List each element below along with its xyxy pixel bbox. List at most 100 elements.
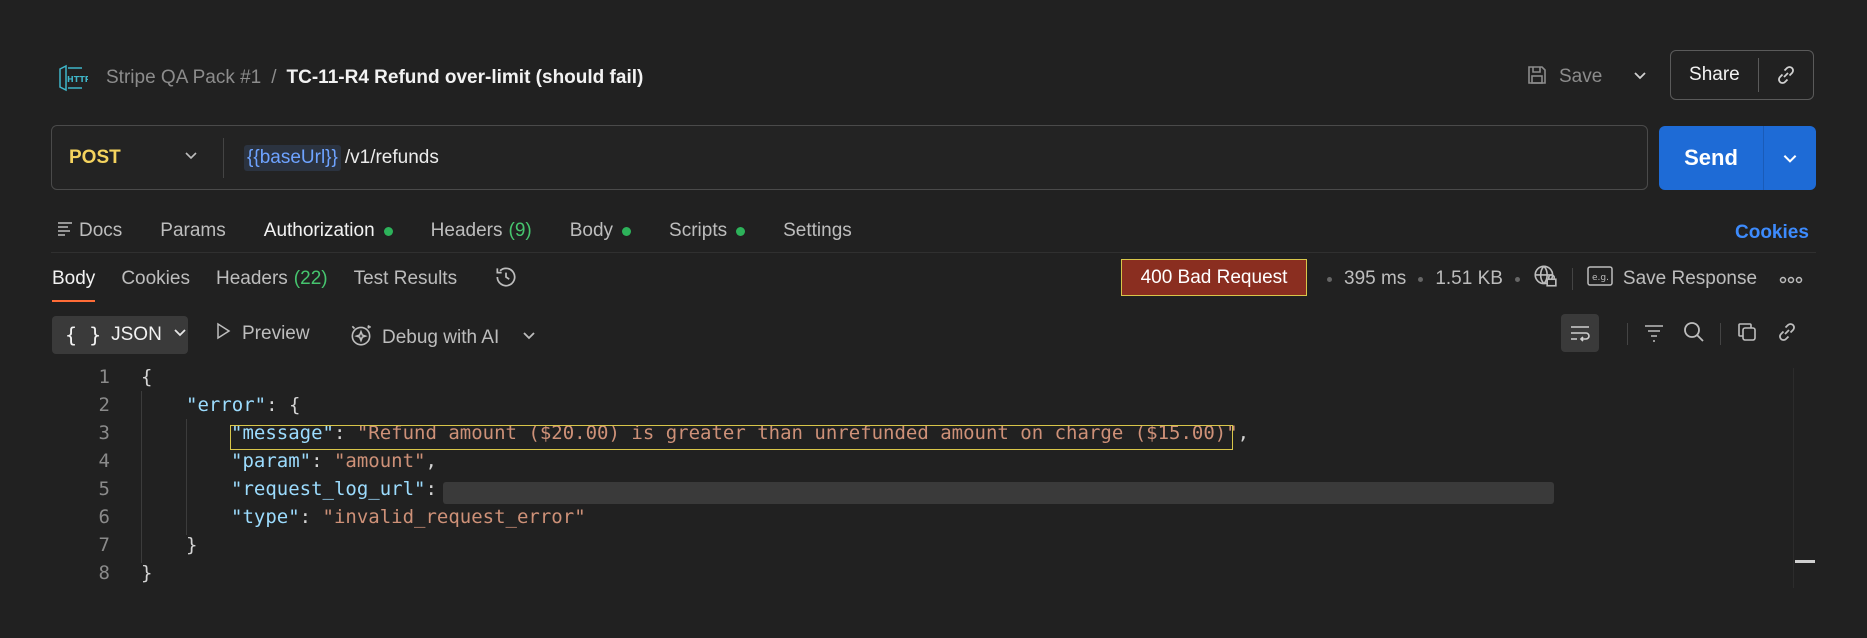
share-button-group: Share	[1670, 50, 1814, 100]
cookies-link[interactable]: Cookies	[1735, 222, 1809, 244]
response-tabs: Body Cookies Headers (22) Test Results	[52, 264, 519, 302]
code-line: }	[186, 534, 198, 556]
chevron-down-icon	[172, 324, 188, 346]
response-time[interactable]: 395 ms	[1344, 268, 1406, 290]
line-number: 2	[98, 394, 110, 416]
docs-icon	[57, 220, 73, 242]
svg-text:HTTP: HTTP	[67, 75, 88, 84]
link-icon[interactable]	[1775, 320, 1799, 349]
redacted-value	[443, 482, 1554, 504]
url-input[interactable]: /v1/refunds	[345, 147, 439, 169]
breadcrumb-separator: /	[271, 67, 277, 88]
send-button[interactable]: Send	[1659, 145, 1763, 171]
tab-label: Body	[52, 268, 96, 289]
status-dot	[622, 226, 632, 236]
tab-label: Settings	[783, 220, 852, 241]
history-icon[interactable]	[493, 264, 519, 295]
copy-icon[interactable]	[1735, 320, 1759, 349]
format-selector[interactable]: { } JSON	[52, 316, 188, 354]
preview-label: Preview	[242, 323, 310, 344]
copy-link-icon[interactable]	[1759, 63, 1813, 87]
ai-sparkle-icon	[348, 322, 374, 354]
separator-dot	[1514, 276, 1520, 282]
breadcrumb-collection[interactable]: Stripe QA Pack #1	[106, 67, 261, 89]
debug-with-ai-button[interactable]: Debug with AI	[348, 322, 537, 354]
code-line: }	[141, 562, 153, 584]
save-response-button[interactable]: Save Response	[1623, 268, 1757, 290]
chevron-down-icon[interactable]	[1764, 149, 1816, 167]
code-line: "param": "amount",	[231, 450, 437, 472]
word-wrap-icon[interactable]	[1561, 314, 1599, 352]
line-number: 8	[98, 562, 110, 584]
method-selector[interactable]: POST	[69, 147, 179, 169]
divider	[1571, 268, 1573, 290]
tab-label: Params	[160, 220, 226, 241]
filter-icon[interactable]	[1642, 320, 1666, 349]
save-icon[interactable]	[1525, 63, 1549, 92]
tab-label: Scripts	[669, 220, 728, 241]
scrollbar-thumb[interactable]	[1795, 560, 1815, 563]
indent-guide	[141, 391, 142, 563]
separator-dot	[1418, 276, 1424, 282]
divider	[1627, 323, 1628, 345]
response-size[interactable]: 1.51 KB	[1435, 268, 1503, 290]
tab-scripts[interactable]: Scripts	[669, 220, 746, 242]
line-number: 3	[98, 422, 110, 444]
more-options-icon[interactable]	[1779, 268, 1803, 290]
tab-response-body[interactable]: Body	[52, 268, 96, 302]
code-line: "request_log_url":	[231, 478, 449, 500]
tab-label: Docs	[79, 220, 123, 241]
tab-params[interactable]: Params	[160, 220, 225, 242]
tab-authorization[interactable]: Authorization	[264, 220, 393, 242]
tab-label: Test Results	[353, 268, 458, 289]
tab-label: Headers	[430, 220, 503, 241]
tab-response-headers[interactable]: Headers (22)	[216, 268, 328, 290]
chevron-down-icon[interactable]	[183, 147, 199, 168]
tab-settings[interactable]: Settings	[783, 220, 852, 242]
tab-docs[interactable]: Docs	[57, 220, 122, 242]
chevron-down-icon[interactable]	[521, 327, 537, 349]
highlighted-line	[230, 425, 1233, 450]
tab-test-results[interactable]: Test Results	[354, 268, 457, 290]
send-button-group: Send	[1659, 126, 1816, 190]
search-icon[interactable]	[1682, 320, 1706, 349]
share-button[interactable]: Share	[1671, 64, 1758, 86]
tab-body[interactable]: Body	[570, 220, 632, 242]
tab-count: (9)	[508, 220, 532, 241]
example-icon: e.g.	[1587, 265, 1613, 293]
url-variable[interactable]: {{baseUrl}}	[244, 144, 341, 171]
status-badge[interactable]: 400 Bad Request	[1121, 259, 1307, 296]
svg-text:e.g.: e.g.	[1592, 273, 1609, 283]
debug-label: Debug with AI	[382, 327, 500, 348]
divider	[1720, 323, 1721, 345]
braces-icon: { }	[65, 323, 102, 347]
line-number: 1	[98, 366, 110, 388]
code-line: "type": "invalid_request_error"	[231, 506, 586, 528]
response-body-code[interactable]: 1 2 3 4 5 6 7 8 { "error": { "message": …	[80, 366, 1780, 596]
line-number: 4	[98, 450, 110, 472]
request-tabs: Docs Params Authorization Headers (9) Bo…	[57, 216, 890, 246]
tab-headers[interactable]: Headers (9)	[431, 220, 532, 242]
code-line: {	[141, 366, 153, 388]
tab-label: Cookies	[121, 268, 190, 289]
response-meta: 395 ms 1.51 KB e.g. Save Response	[1315, 264, 1803, 294]
save-group: Save	[1525, 60, 1648, 94]
network-globe-icon[interactable]	[1532, 263, 1558, 295]
chevron-down-icon[interactable]	[1632, 67, 1648, 88]
tab-label: Headers	[215, 268, 288, 289]
tab-response-cookies[interactable]: Cookies	[121, 268, 190, 290]
tab-label: Authorization	[263, 220, 375, 241]
divider	[51, 252, 1816, 253]
preview-button[interactable]: Preview	[214, 322, 310, 346]
separator-dot	[1327, 276, 1332, 282]
line-number: 6	[98, 506, 110, 528]
divider	[223, 137, 224, 178]
indent-guide	[186, 419, 187, 535]
save-button[interactable]: Save	[1559, 66, 1602, 88]
tab-count: (22)	[293, 268, 328, 289]
scrollbar[interactable]	[1793, 368, 1814, 588]
code-line: "error": {	[186, 394, 301, 416]
request-title[interactable]: TC-11-R4 Refund over-limit (should fail)	[287, 67, 644, 89]
status-dot	[736, 226, 746, 236]
line-number: 5	[98, 478, 110, 500]
